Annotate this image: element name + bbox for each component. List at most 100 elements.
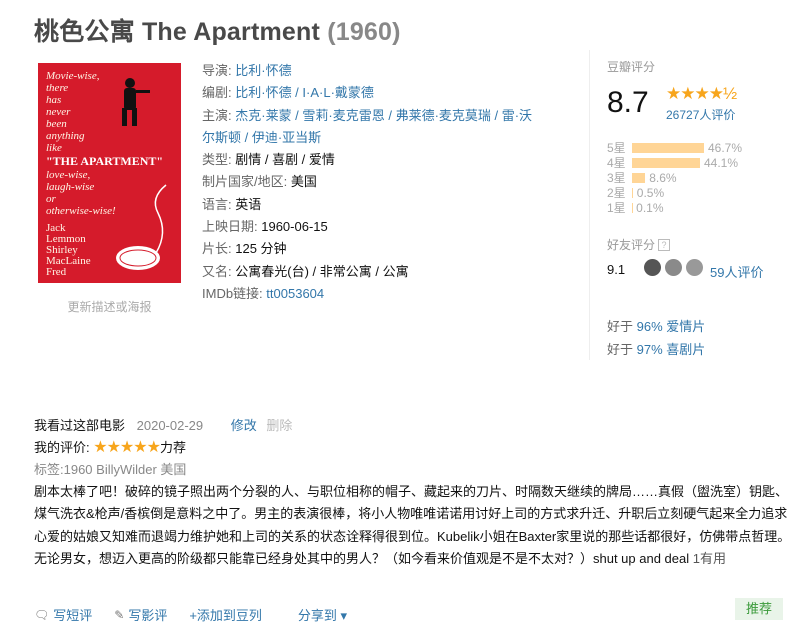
- rating-bar: [632, 172, 646, 183]
- my-rating-stars-icon: ★★★★★: [93, 439, 161, 456]
- country-value: 美国: [290, 174, 317, 190]
- svg-text:there: there: [46, 82, 68, 94]
- movie-year: (1960): [327, 18, 401, 46]
- genre-label: 类型:: [202, 152, 236, 168]
- director-link[interactable]: 比利·怀德: [235, 63, 291, 78]
- rating-bar-row: 4星 44.1%: [607, 155, 787, 171]
- rating-bar: [632, 142, 704, 153]
- release-row: 上映日期: 1960-06-15: [202, 216, 582, 238]
- svg-text:like: like: [46, 142, 62, 154]
- better-prefix: 好于: [607, 319, 637, 334]
- avatar[interactable]: [665, 259, 682, 276]
- better-comedy-link[interactable]: 97% 喜剧片: [637, 342, 706, 357]
- runtime-row: 片长: 125 分钟: [202, 238, 582, 260]
- friend-rating-label: 好友评分: [607, 238, 656, 252]
- genre-value: 剧情 / 喜剧 / 爱情: [235, 152, 335, 168]
- my-watch-status: 我看过这部电影 2020-02-29 修改 删除: [34, 415, 292, 434]
- add-to-doulist-label: +添加到豆列: [189, 608, 262, 623]
- imdb-link[interactable]: tt0053604: [266, 286, 324, 301]
- rating-stars-icon: ★★★★½: [666, 84, 737, 103]
- svg-text:otherwise-wise!: otherwise-wise!: [46, 205, 116, 217]
- cast-label: 主演:: [202, 107, 236, 123]
- country-row: 制片国家/地区: 美国: [202, 171, 582, 193]
- movie-info: 导演: 比利·怀德 编剧: 比利·怀德 / I·A·L·戴蒙德 主演: 杰克·莱…: [202, 60, 582, 305]
- language-value: 英语: [235, 196, 262, 212]
- poster-update-link[interactable]: 更新描述或海报: [38, 298, 181, 315]
- aka-label: 又名:: [202, 263, 236, 279]
- rating-bar-pct: 0.5%: [636, 185, 665, 200]
- rating-bar-pct: 0.1%: [636, 200, 664, 215]
- rating-bar-row: 5星 46.7%: [607, 140, 787, 156]
- better-romance-link[interactable]: 96% 爱情片: [637, 319, 706, 334]
- imdb-row: IMDb链接: tt0053604: [202, 283, 582, 305]
- rating-count-link[interactable]: 26727人评价: [666, 106, 735, 123]
- movie-poster[interactable]: Movie-wise, there has never been anythin…: [38, 63, 181, 283]
- cast-row-2: 尔斯顿 / 伊迪·亚当斯: [202, 127, 582, 149]
- svg-text:love-wise,: love-wise,: [46, 169, 91, 181]
- recommend-button[interactable]: 推荐: [735, 598, 783, 620]
- writer-links[interactable]: 比利·怀德 / I·A·L·戴蒙德: [235, 85, 374, 100]
- runtime-value: 125 分钟: [235, 241, 287, 257]
- add-to-doulist-button[interactable]: +添加到豆列: [189, 605, 262, 624]
- director-label: 导演:: [202, 63, 236, 78]
- rating-distribution: 5星 46.7% 4星 44.1% 3星 8.6% 2星 0.5% 1星 0.1%: [607, 140, 787, 216]
- write-short-review-button[interactable]: 🗨 写短评: [34, 605, 92, 624]
- director-row: 导演: 比利·怀德: [202, 60, 582, 82]
- better-than-romance: 好于 96% 爱情片: [607, 316, 705, 335]
- genre-row: 类型: 剧情 / 喜剧 / 爱情: [202, 149, 582, 171]
- aka-value: 公寓春光(台) / 非常公寓 / 公寓: [235, 263, 409, 279]
- friend-rating-header: 好友评分?: [607, 236, 671, 253]
- rating-bar-row: 1星 0.1%: [607, 200, 787, 216]
- friend-count-link[interactable]: 59人评价: [710, 262, 763, 281]
- svg-text:has: has: [46, 94, 61, 106]
- my-review-text: 剧本太棒了吧！破碎的镜子照出两个分裂的人、与职位相称的帽子、藏起来的刀片、时隔数…: [34, 481, 794, 571]
- svg-text:laugh-wise: laugh-wise: [46, 181, 94, 193]
- rating-bar-pct: 8.6%: [649, 170, 677, 185]
- svg-text:anything: anything: [46, 130, 85, 142]
- release-label: 上映日期:: [202, 219, 262, 235]
- language-row: 语言: 英语: [202, 194, 582, 216]
- cast-row: 主演: 杰克·莱蒙 / 雪莉·麦克雷恩 / 弗莱德·麦克莫瑞 / 雷·沃: [202, 105, 582, 127]
- writer-row: 编剧: 比利·怀德 / I·A·L·戴蒙德: [202, 82, 582, 104]
- svg-text:or: or: [46, 193, 57, 205]
- rating-score: 8.7: [607, 86, 649, 119]
- aka-row: 又名: 公寓春光(台) / 非常公寓 / 公寓: [202, 261, 582, 283]
- comment-icon: 🗨: [34, 607, 50, 622]
- cast-links-line1[interactable]: 杰克·莱蒙 / 雪莉·麦克雷恩 / 弗莱德·麦克莫瑞 / 雷·沃: [235, 108, 532, 123]
- my-tags: 标签:1960 BillyWilder 美国: [34, 462, 187, 477]
- svg-text:"THE APARTMENT": "THE APARTMENT": [46, 154, 163, 168]
- avatar[interactable]: [686, 259, 703, 276]
- country-label: 制片国家/地区:: [202, 174, 291, 190]
- avatar[interactable]: [644, 259, 661, 276]
- help-icon[interactable]: ?: [658, 239, 671, 251]
- rating-bar-pct: 46.7%: [708, 140, 743, 155]
- review-body: 剧本太棒了吧！破碎的镜子照出两个分裂的人、与职位相称的帽子、藏起来的刀片、时隔数…: [34, 484, 791, 567]
- runtime-label: 片长:: [202, 241, 236, 257]
- share-label: 分享到 ▾: [297, 608, 348, 623]
- page-title: 桃色公寓 The Apartment (1960): [34, 12, 401, 48]
- svg-text:Fred: Fred: [46, 266, 67, 278]
- share-dropdown[interactable]: 分享到 ▾: [298, 605, 347, 624]
- delete-link[interactable]: 删除: [266, 418, 292, 433]
- rating-bar: [632, 157, 700, 168]
- poster-art: Movie-wise, there has never been anythin…: [38, 63, 181, 283]
- action-bar: 🗨 写短评 ✎ 写影评 +添加到豆列 分享到 ▾: [34, 605, 369, 624]
- cast-links-line2[interactable]: 尔斯顿 / 伊迪·亚当斯: [202, 130, 321, 145]
- useful-count: 1有用: [692, 551, 726, 567]
- release-value: 1960-06-15: [261, 219, 328, 235]
- my-rating: 我的评价: ★★★★★力荐: [34, 437, 186, 457]
- better-than-comedy: 好于 97% 喜剧片: [607, 339, 705, 358]
- language-label: 语言:: [202, 196, 236, 212]
- friend-score: 9.1: [607, 262, 626, 277]
- write-review-button[interactable]: ✎ 写影评: [114, 605, 167, 624]
- svg-text:Movie-wise,: Movie-wise,: [45, 70, 100, 82]
- rating-bar-row: 3星 8.6%: [607, 170, 787, 186]
- svg-text:been: been: [46, 118, 67, 130]
- edit-link[interactable]: 修改: [231, 418, 257, 433]
- friend-avatars: [644, 259, 703, 276]
- movie-title: 桃色公寓 The Apartment: [34, 18, 321, 46]
- pencil-icon: ✎: [114, 607, 125, 622]
- rating-bar: [632, 187, 633, 198]
- rating-bar-pct: 44.1%: [703, 155, 739, 170]
- svg-text:never: never: [46, 106, 71, 118]
